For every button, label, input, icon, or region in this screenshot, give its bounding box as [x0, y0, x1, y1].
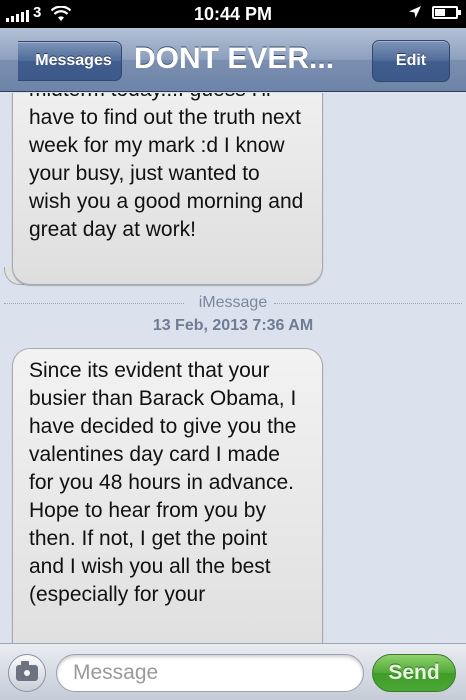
message-input[interactable]	[56, 654, 364, 692]
camera-button[interactable]	[8, 654, 46, 692]
back-button[interactable]: Messages	[18, 41, 122, 81]
message-list[interactable]: midterm today...I guess I'll have to fin…	[0, 93, 466, 643]
edit-button[interactable]: Edit	[372, 40, 450, 82]
status-bar: 3 10:44 PM	[0, 0, 466, 28]
imessage-divider: iMessage	[0, 294, 466, 311]
battery-icon	[432, 5, 461, 19]
status-right	[408, 5, 461, 19]
message-bubble[interactable]: midterm today...I guess I'll have to fin…	[12, 93, 323, 285]
location-icon	[409, 6, 421, 18]
conversation-title: DONT EVER...	[134, 42, 335, 75]
composer-bar: Send	[0, 643, 466, 700]
send-button[interactable]: Send	[372, 654, 456, 692]
message-timestamp: 13 Feb, 2013 7:36 AM	[152, 317, 314, 334]
message-bubble[interactable]: Since its evident that your busier than …	[12, 348, 323, 643]
camera-icon	[16, 661, 38, 681]
divider-line-right	[274, 303, 462, 304]
back-button-label: Messages	[35, 52, 112, 69]
status-time: 10:44 PM	[193, 4, 273, 24]
nav-bar: Messages DONT EVER... Edit	[0, 28, 466, 92]
